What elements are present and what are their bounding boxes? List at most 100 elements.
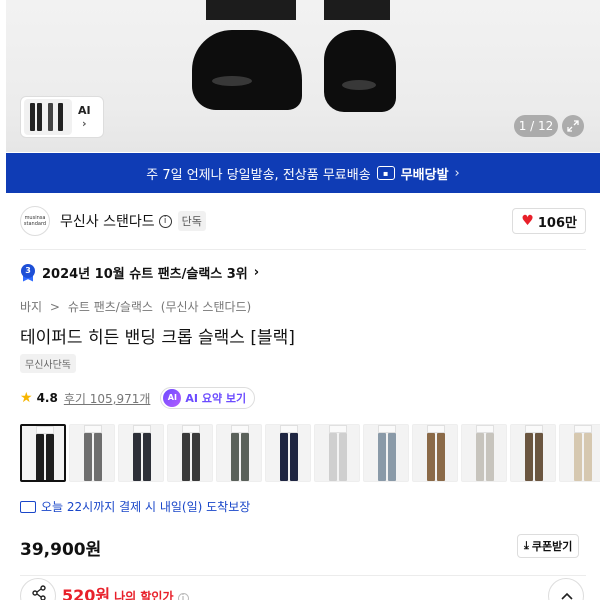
model-torso — [36, 426, 54, 434]
trouser-leg — [535, 433, 543, 481]
color-swatch[interactable] — [314, 424, 360, 482]
price: 39,900원 — [20, 540, 102, 560]
model-torso — [378, 425, 396, 433]
rating-row: ★ 4.8 후기 105,971개 AI AI 요약 보기 — [20, 387, 256, 409]
coupon-label: 쿠폰받기 — [531, 540, 573, 553]
trouser-leg — [427, 433, 435, 481]
shoe-right — [324, 30, 396, 112]
discount-label: 나의 할인가 — [114, 590, 174, 600]
coupon-button[interactable]: ⤓ 쿠폰받기 — [517, 534, 580, 558]
breadcrumb-brand[interactable]: (무신사 스탠다드) — [161, 300, 251, 314]
trouser-leg — [143, 433, 151, 481]
trouser-leg — [437, 433, 445, 481]
breadcrumb-item[interactable]: 바지 — [20, 300, 42, 314]
product-image-gallery[interactable]: AI › 1 / 12 — [0, 0, 600, 152]
trouser-leg — [584, 433, 592, 481]
trouser-leg — [46, 434, 54, 480]
chevron-right-icon: › — [253, 265, 260, 280]
ranking-link[interactable]: 3 2024년 10월 슈트 팬츠/슬랙스 3위 › — [20, 263, 259, 282]
heart-icon: ♥ — [521, 213, 534, 229]
like-count: 106만 — [537, 215, 577, 231]
delivery-text: 오늘 22시까지 결제 시 내일(일) 도착보장 — [41, 500, 251, 514]
trouser-leg — [378, 433, 386, 481]
trouser-leg — [241, 433, 249, 481]
color-swatch-list — [20, 424, 600, 482]
trouser-leg — [133, 433, 141, 481]
info-icon[interactable]: i — [177, 593, 189, 600]
trouser-leg — [84, 433, 92, 481]
truck-icon: ▪ — [376, 166, 395, 180]
expand-icon[interactable] — [562, 115, 584, 137]
trouser-leg — [280, 433, 288, 481]
ai-summary-button[interactable]: AI AI 요약 보기 — [160, 387, 256, 409]
breadcrumb: 바지 > 슈트 팬츠/슬랙스 (무신사 스탠다드) — [20, 298, 255, 315]
trouser-leg — [182, 433, 190, 481]
trouser-leg — [388, 433, 396, 481]
model-torso — [476, 425, 494, 433]
review-link[interactable]: 후기 105,971개 — [64, 390, 151, 407]
ai-label-text: AI — [78, 104, 91, 117]
breadcrumb-item[interactable]: 슈트 팬츠/슬랙스 — [68, 300, 153, 314]
brand-name[interactable]: 무신사 스탠다드 — [60, 211, 155, 231]
model-torso — [133, 425, 151, 433]
model-torso — [427, 425, 445, 433]
trouser-left — [206, 0, 296, 20]
discount-amount: 520원 — [62, 586, 111, 600]
trouser-leg — [329, 433, 337, 481]
thumbnail-ai-label: AI › — [78, 104, 91, 130]
exclusive-tag: 무신사단독 — [20, 354, 76, 373]
my-discount-price: 520원 나의 할인가 i — [62, 582, 189, 600]
medal-number: 3 — [21, 263, 35, 278]
star-icon: ★ — [20, 390, 33, 406]
color-swatch[interactable] — [118, 424, 164, 482]
color-swatch[interactable] — [69, 424, 115, 482]
download-icon: ⤓ — [524, 539, 529, 552]
trouser-leg — [486, 433, 494, 481]
color-swatch[interactable] — [216, 424, 262, 482]
ai-icon: AI — [163, 389, 182, 407]
trouser-leg — [36, 434, 44, 480]
color-swatch[interactable] — [510, 424, 556, 482]
model-torso — [182, 425, 200, 433]
model-torso — [574, 425, 592, 433]
info-icon[interactable]: i — [158, 214, 172, 228]
trouser-leg — [525, 433, 533, 481]
medal-icon: 3 — [20, 263, 36, 282]
color-swatch[interactable] — [265, 424, 311, 482]
color-swatch[interactable] — [559, 424, 600, 482]
model-torso — [329, 425, 347, 433]
exclusive-badge: 단독 — [177, 211, 206, 231]
model-torso — [280, 425, 298, 433]
color-swatch[interactable] — [412, 424, 458, 482]
rating-score: 4.8 — [36, 391, 58, 405]
chevron-right-icon: › — [454, 165, 460, 181]
product-title: 테이퍼드 히든 밴딩 크롭 슬랙스 [블랙] — [20, 328, 295, 348]
color-swatch[interactable] — [20, 424, 66, 482]
brand-logo-line2: standard — [23, 221, 47, 227]
model-torso — [84, 425, 102, 433]
model-torso — [525, 425, 543, 433]
ranking-text: 2024년 10월 슈트 팬츠/슬랙스 3위 — [42, 267, 248, 282]
chevron-right-icon: › — [82, 117, 87, 130]
like-button[interactable]: ♥ 106만 — [512, 208, 586, 234]
bottom-bar: 520원 나의 할인가 i — [20, 575, 586, 600]
trouser-leg — [476, 433, 484, 481]
ai-summary-label: AI 요약 보기 — [185, 392, 247, 405]
banner-brand: 무배당발 — [400, 167, 449, 183]
banner-text: 주 7일 언제나 당일발송, 전상품 무료배송 — [146, 167, 371, 183]
delivery-guarantee: 오늘 22시까지 결제 시 내일(일) 도착보장 — [20, 498, 250, 515]
color-swatch[interactable] — [167, 424, 213, 482]
trouser-leg — [192, 433, 200, 481]
trouser-right — [324, 0, 390, 20]
share-icon[interactable] — [20, 578, 56, 600]
trouser-leg — [231, 433, 239, 481]
color-swatch[interactable] — [363, 424, 409, 482]
chevron-up-icon[interactable] — [548, 578, 584, 600]
brand-logo[interactable]: musinsa standard — [20, 206, 50, 236]
shoe-left — [192, 30, 302, 110]
shipping-banner[interactable]: 주 7일 언제나 당일발송, 전상품 무료배송 ▪ 무배당발 › — [6, 153, 600, 193]
ai-fitting-thumbnail[interactable]: AI › — [20, 96, 104, 138]
brand-row: musinsa standard 무신사 스탠다드 i 단독 ♥ 106만 — [20, 205, 586, 237]
trouser-leg — [290, 433, 298, 481]
color-swatch[interactable] — [461, 424, 507, 482]
